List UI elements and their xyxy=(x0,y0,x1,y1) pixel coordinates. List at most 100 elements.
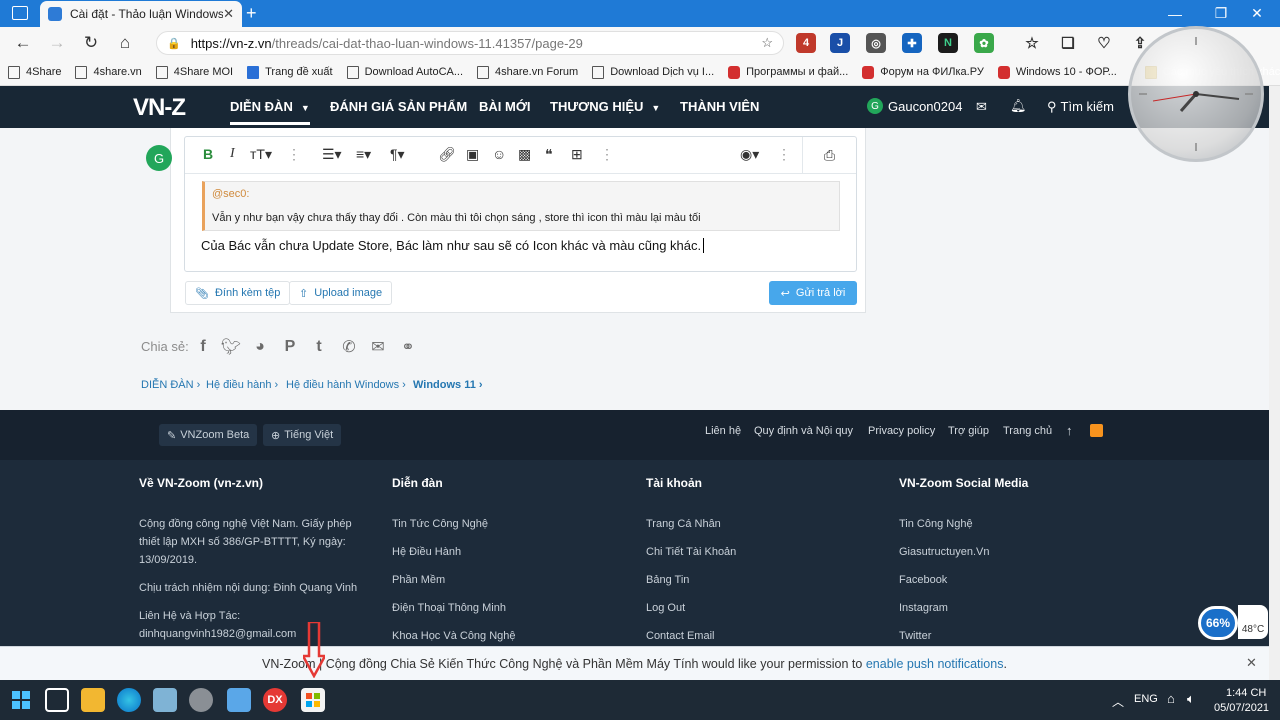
bookmark-item[interactable]: Download Dịch vụ I... xyxy=(592,65,714,79)
forward-icon[interactable]: → xyxy=(40,28,74,58)
quote-author[interactable]: @sec0: xyxy=(212,188,249,200)
home-icon[interactable]: ⌂ xyxy=(108,28,142,58)
footer-link[interactable]: Quy định và Nội quy xyxy=(754,425,853,437)
task-view-icon[interactable] xyxy=(45,688,69,712)
scroll-top-icon[interactable]: ↑ xyxy=(1066,423,1073,438)
nav-reviews[interactable]: ĐÁNH GIÁ SẢN PHẨM xyxy=(330,99,467,114)
site-logo[interactable]: VN-Z xyxy=(133,94,186,122)
breadcrumb-item[interactable]: Windows 11 › xyxy=(413,379,483,391)
breadcrumb-item[interactable]: Hệ điều hành Windows › xyxy=(286,379,406,391)
dx-app-icon[interactable]: DX xyxy=(263,688,287,712)
notepad-icon[interactable] xyxy=(227,688,251,712)
footer-link[interactable]: Liên hệ xyxy=(705,425,741,437)
cpu-usage-widget[interactable]: 66% xyxy=(1198,606,1238,640)
user-avatar[interactable]: G xyxy=(867,98,883,114)
post-reply-button[interactable]: ↩ Gửi trả lời xyxy=(769,281,857,305)
show-hidden-icons-icon[interactable]: ︿ xyxy=(1112,693,1124,710)
upload-image-button[interactable]: ⇧ Upload image xyxy=(289,281,393,305)
nav-forum[interactable]: DIỄN ĐÀN ▼ xyxy=(230,99,310,125)
footer-link[interactable]: Trang Cá Nhân xyxy=(646,515,721,533)
taskbar-date[interactable]: 05/07/2021 xyxy=(1214,702,1269,714)
back-icon[interactable]: ← xyxy=(6,28,40,58)
refresh-icon[interactable]: ↻ xyxy=(74,28,108,58)
n-extension-icon[interactable]: N xyxy=(938,33,958,53)
footer-link[interactable]: Instagram xyxy=(899,599,948,617)
style-chooser[interactable]: ✎ VNZoom Beta xyxy=(159,424,258,446)
browser-essentials-icon[interactable]: ♡ xyxy=(1094,33,1114,53)
text-size-icon[interactable]: тT▾ xyxy=(250,146,272,163)
footer-link[interactable]: Tin Tức Công Nghệ xyxy=(392,515,488,533)
twitter-icon[interactable]: 🐦︎ xyxy=(221,337,241,357)
bell-icon[interactable]: 🔔︎ xyxy=(1010,98,1027,114)
footer-link[interactable]: Trợ giúp xyxy=(948,425,989,437)
link-icon[interactable]: ⚭ xyxy=(398,337,418,357)
temperature-widget[interactable]: 48°C xyxy=(1238,605,1268,639)
edge-icon[interactable] xyxy=(117,688,141,712)
quote-icon[interactable]: ❝ xyxy=(545,146,553,163)
breadcrumb-item[interactable]: Hệ điều hành › xyxy=(206,379,278,391)
remote-desktop-icon[interactable] xyxy=(153,688,177,712)
nav-members[interactable]: THÀNH VIÊN xyxy=(680,99,759,114)
favorite-star-icon[interactable]: ☆ xyxy=(761,35,773,51)
footer-link[interactable]: Trang chủ xyxy=(1003,425,1052,437)
footer-link[interactable]: Phần Mềm xyxy=(392,571,445,589)
more-options-icon[interactable]: ⋮ xyxy=(777,146,791,163)
minimize-icon[interactable]: — xyxy=(1152,0,1198,27)
footer-link[interactable]: Privacy policy xyxy=(868,425,935,437)
microsoft-store-icon[interactable] xyxy=(301,688,325,712)
settings-gear-icon[interactable] xyxy=(189,688,213,712)
collections-icon[interactable]: ❏ xyxy=(1058,33,1078,53)
username[interactable]: Gaucon0204 xyxy=(888,99,962,114)
preview-icon[interactable]: ⎙ xyxy=(802,137,856,174)
start-icon[interactable] xyxy=(9,688,33,712)
wifi-icon[interactable]: ⌂ xyxy=(1167,691,1175,706)
link-icon[interactable]: 🔗︎ xyxy=(438,146,456,163)
taskbar-time[interactable]: 1:44 CH xyxy=(1226,687,1266,699)
language-chooser[interactable]: ⊕ Tiếng Việt xyxy=(263,424,342,446)
emoji-icon[interactable]: ☺ xyxy=(492,146,506,162)
page-scrollbar[interactable] xyxy=(1269,86,1280,680)
more-options-icon[interactable]: ⋮ xyxy=(287,146,301,163)
shield-extension-icon[interactable]: ✚ xyxy=(902,33,922,53)
footer-link[interactable]: Log Out xyxy=(646,599,685,617)
bookmark-item[interactable]: Программы и фай... xyxy=(728,65,848,79)
bookmark-item[interactable]: 4share.vn xyxy=(75,65,142,79)
email-icon[interactable]: ✉ xyxy=(368,337,388,357)
search-button[interactable]: ⚲ Tìm kiếm xyxy=(1047,99,1114,115)
close-tab-icon[interactable]: ✕ xyxy=(223,6,234,22)
more-options-icon[interactable]: ⋮ xyxy=(600,146,614,163)
italic-icon[interactable]: I xyxy=(230,146,235,162)
footer-link[interactable]: Facebook xyxy=(899,571,947,589)
attach-files-button[interactable]: 📎︎ Đính kèm tệp xyxy=(185,281,291,305)
footer-link[interactable]: Contact Email xyxy=(646,627,714,645)
bookmark-item[interactable]: Форум на ФИЛка.РУ xyxy=(862,65,984,79)
paragraph-icon[interactable]: ¶▾ xyxy=(390,146,405,163)
file-explorer-icon[interactable] xyxy=(81,688,105,712)
hide-icon[interactable]: ◉▾ xyxy=(740,146,759,163)
reddit-icon[interactable]: ◕ xyxy=(250,337,270,357)
j-extension-icon[interactable]: J xyxy=(830,33,850,53)
address-bar[interactable]: 🔒 https://vn-z.vn/threads/cai-dat-thao-l… xyxy=(156,31,784,55)
table-icon[interactable]: ⊞ xyxy=(571,146,583,163)
close-notification-icon[interactable]: ✕ xyxy=(1246,655,1257,671)
close-window-icon[interactable]: ✕ xyxy=(1234,0,1280,27)
footer-link[interactable]: Khoa Học Và Công Nghệ xyxy=(392,627,516,645)
pinterest-icon[interactable]: P xyxy=(280,337,300,357)
browser-tab[interactable]: Cài đặt - Thảo luận Windows 11... ✕ xyxy=(40,1,242,27)
list-icon[interactable]: ☰▾ xyxy=(322,146,342,163)
footer-link[interactable]: Bảng Tin xyxy=(646,571,689,589)
rss-icon[interactable] xyxy=(1090,424,1103,437)
footer-link[interactable]: Hệ Điều Hành xyxy=(392,543,461,561)
nav-brands[interactable]: THƯƠNG HIỆU ▼ xyxy=(550,99,660,114)
bookmark-item[interactable]: 4Share MOI xyxy=(155,65,233,79)
breadcrumb-item[interactable]: DIỄN ĐÀN › xyxy=(141,379,200,391)
inbox-icon[interactable]: ✉ xyxy=(976,99,987,115)
whatsapp-icon[interactable]: ✆ xyxy=(339,337,359,357)
favorites-icon[interactable]: ☆ xyxy=(1022,33,1042,53)
align-icon[interactable]: ≡▾ xyxy=(356,146,371,163)
bold-icon[interactable]: B xyxy=(203,146,213,162)
bookmark-item[interactable]: 4share.vn Forum xyxy=(477,65,578,79)
tumblr-icon[interactable]: t xyxy=(309,337,329,357)
image-icon[interactable]: ▣ xyxy=(466,146,479,163)
extension-icon[interactable]: ◎ xyxy=(866,33,886,53)
